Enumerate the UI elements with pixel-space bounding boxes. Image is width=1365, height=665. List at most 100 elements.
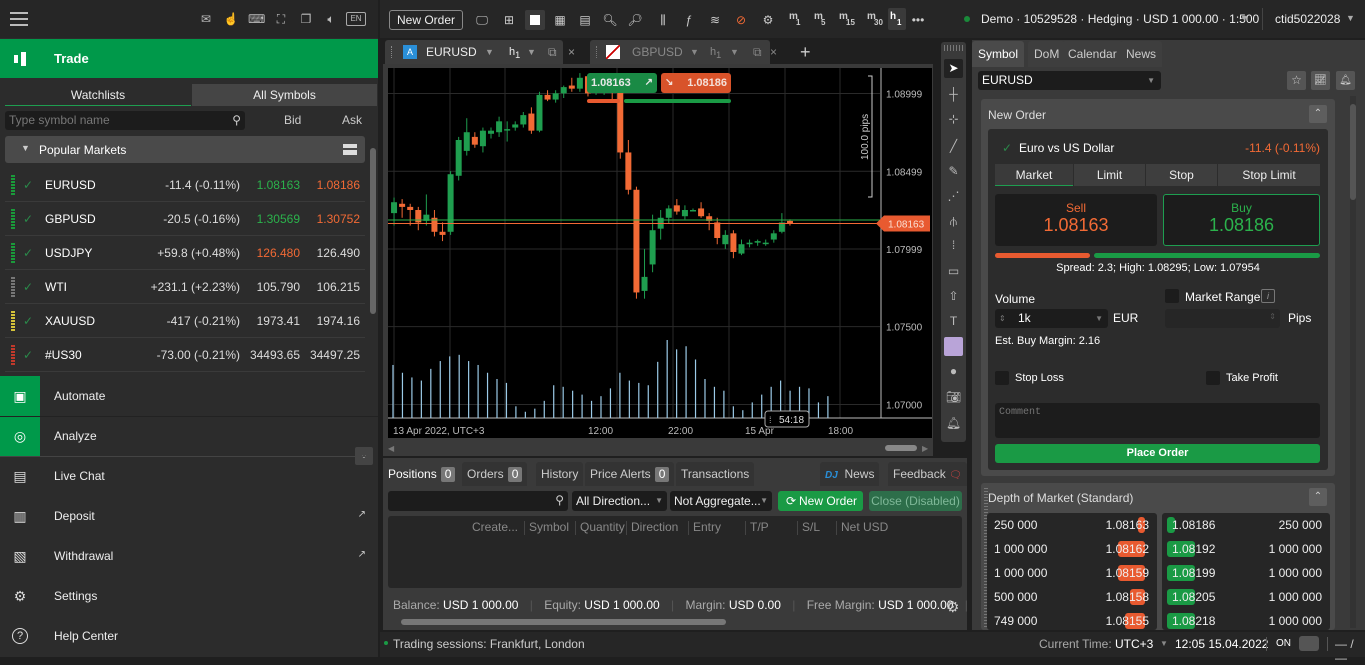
watchlist-row[interactable]: ✓ WTI +231.1 (+2.23%) 105.790 106.215 bbox=[5, 270, 365, 304]
place-order-button[interactable]: Place Order bbox=[995, 444, 1320, 463]
column-header[interactable]: Quantity bbox=[580, 520, 625, 534]
crosshair-icon[interactable]: ┼ bbox=[944, 85, 963, 104]
bid-price[interactable]: 1973.41 bbox=[257, 314, 300, 328]
bell-icon[interactable]: 🔔︎ bbox=[944, 414, 963, 433]
bid-price[interactable]: 1.08163 bbox=[257, 178, 300, 192]
tab-dom[interactable]: DoM bbox=[1028, 41, 1066, 67]
watchlist-row[interactable]: ✓ XAUUSD -417 (-0.21%) 1973.41 1974.16 bbox=[5, 304, 365, 338]
timezone-dropdown-icon[interactable]: ▼ bbox=[1160, 639, 1168, 648]
detach-icon[interactable]: ⧉ bbox=[548, 40, 557, 64]
column-header[interactable]: S/L bbox=[802, 520, 820, 534]
stepper-icon[interactable]: ⇕ bbox=[999, 309, 1006, 328]
nav-deposit[interactable]: ▥ Deposit ↗ bbox=[0, 496, 378, 536]
mail-icon[interactable]: ✉ bbox=[198, 11, 214, 27]
text-tool-icon[interactable]: T bbox=[944, 312, 963, 331]
volume-input[interactable]: ⇕ 1k ▼ bbox=[995, 309, 1108, 328]
hide-trading-icon[interactable]: ⊘ bbox=[732, 10, 750, 30]
timeframe-m30[interactable]: m 30 bbox=[865, 8, 885, 30]
search-icon[interactable]: ⚲ bbox=[232, 111, 241, 130]
add-chart-tab-icon[interactable]: + bbox=[800, 40, 811, 64]
bid-price[interactable]: 126.480 bbox=[257, 246, 300, 260]
arrow-up-icon[interactable]: ⇧ bbox=[944, 287, 963, 306]
nav-help-center[interactable]: ? Help Center bbox=[0, 616, 378, 656]
nav-settings[interactable]: ⚙ Settings bbox=[0, 576, 378, 616]
bid-price[interactable]: 105.790 bbox=[257, 280, 300, 294]
timeframe-m15[interactable]: m 15 bbox=[837, 8, 857, 30]
touch-settings-icon[interactable]: ☝ bbox=[223, 11, 239, 27]
comment-input[interactable] bbox=[995, 403, 1320, 438]
symbol-select[interactable]: EURUSD ▼ bbox=[978, 71, 1161, 90]
nav-withdrawal[interactable]: ▧ Withdrawal ↗ bbox=[0, 536, 378, 576]
cursor-icon[interactable]: ➤ bbox=[944, 59, 963, 78]
dom-ask-row[interactable]: 1.08199 1 000 000 bbox=[1162, 561, 1322, 585]
timeframe-m5[interactable]: m5 bbox=[812, 8, 832, 30]
chart-tab-gbpusd[interactable]: GBPUSD ▼ h1 ▼ ⧉ × bbox=[590, 40, 777, 64]
collapse-triangle-icon[interactable]: ▼ bbox=[21, 143, 30, 153]
watchlist-group-header[interactable]: ▼ Popular Markets bbox=[5, 136, 365, 163]
indicators-icon[interactable]: ƒ bbox=[680, 10, 698, 30]
chart-mode-icon[interactable]: 🖵︎ bbox=[473, 10, 491, 30]
order-type-stop-limit[interactable]: Stop Limit bbox=[1218, 164, 1320, 186]
symbol-dropdown-icon[interactable]: ▼ bbox=[690, 40, 699, 64]
direction-filter[interactable]: All Direction... ▼ bbox=[572, 491, 667, 511]
sound-icon[interactable]: 🔈︎ bbox=[323, 11, 339, 27]
stop-loss-checkbox[interactable] bbox=[995, 371, 1009, 385]
aggregate-filter[interactable]: Not Aggregate... ▼ bbox=[670, 491, 772, 511]
chart-horizontal-scrollbar[interactable]: ◀ ▶ bbox=[388, 444, 932, 453]
ask-price[interactable]: 126.490 bbox=[317, 246, 360, 260]
trendline-icon[interactable]: ╱ bbox=[944, 137, 963, 156]
watchlist-row[interactable]: ✓ USDJPY +59.8 (+0.48%) 126.480 126.490 bbox=[5, 236, 365, 270]
more-icon[interactable]: ••• bbox=[908, 10, 928, 30]
chart-settings-icon[interactable]: ⚙ bbox=[759, 10, 777, 30]
order-type-stop[interactable]: Stop bbox=[1146, 164, 1217, 186]
tab-all-symbols[interactable]: All Symbols bbox=[192, 84, 377, 106]
feedback-tab[interactable]: Feedback 🗨︎ bbox=[888, 462, 967, 486]
grid-layout-icon[interactable]: ▦ bbox=[551, 10, 569, 30]
ask-price[interactable]: 106.215 bbox=[317, 280, 360, 294]
dom-bid-row[interactable]: 1 000 000 1.08159 bbox=[987, 561, 1151, 585]
order-type-market[interactable]: Market bbox=[995, 164, 1073, 186]
language-button[interactable]: EN bbox=[346, 12, 366, 26]
summary-settings-icon[interactable]: ⚙ bbox=[946, 598, 959, 616]
zoom-in-icon[interactable]: 🔎︎ bbox=[626, 10, 644, 30]
watchlist-scrollbar[interactable] bbox=[370, 140, 376, 368]
volume-dropdown-icon[interactable]: ▼ bbox=[1095, 309, 1103, 328]
column-header[interactable]: Net USD bbox=[841, 520, 888, 534]
timeframe-dropdown-icon[interactable]: ▼ bbox=[527, 40, 536, 64]
search-icon[interactable]: ⚲ bbox=[555, 493, 564, 507]
nav-analyze[interactable]: ◎ Analyze bbox=[0, 416, 378, 456]
alert-bell-icon[interactable]: 🔔︎ bbox=[1336, 71, 1355, 90]
tab-positions[interactable]: Positions 0 bbox=[383, 462, 461, 486]
tab-watchlists[interactable]: Watchlists bbox=[5, 84, 191, 106]
symbol-search-input[interactable]: Type symbol name ⚲ bbox=[5, 111, 245, 130]
timeframe-h1[interactable]: h1 bbox=[888, 8, 906, 30]
ask-price[interactable]: 34497.25 bbox=[310, 348, 360, 362]
open-chart-icon[interactable]: 📈︎ bbox=[1311, 71, 1330, 90]
close-tab-icon[interactable]: × bbox=[568, 40, 575, 64]
tab-orders[interactable]: Orders 0 bbox=[462, 462, 528, 486]
account-selector[interactable]: Demo · 10529528 · Hedging · USD 1 000.00… bbox=[981, 12, 1259, 26]
fibonacci-icon[interactable]: ⁞ bbox=[944, 236, 963, 255]
line-width-icon[interactable]: ● bbox=[944, 362, 963, 381]
favorite-star-icon[interactable]: ☆ bbox=[1287, 71, 1306, 90]
tab-transactions[interactable]: Transactions bbox=[676, 462, 755, 486]
collapse-new-order-icon[interactable]: ⌃ bbox=[1309, 105, 1327, 123]
camera-icon[interactable]: 📷︎ bbox=[944, 388, 963, 407]
chart-type-icon[interactable]: ⫼ bbox=[654, 10, 672, 30]
drag-handle[interactable] bbox=[944, 45, 963, 51]
user-menu[interactable]: ctid5022028 bbox=[1275, 12, 1340, 26]
pitchfork-icon[interactable]: ⫛ bbox=[944, 212, 963, 231]
toggle-switch[interactable] bbox=[1299, 636, 1319, 651]
tab-calendar[interactable]: Calendar bbox=[1062, 41, 1123, 67]
dom-ask-row[interactable]: 1.08186 250 000 bbox=[1162, 513, 1322, 537]
timeframe-dropdown-icon[interactable]: ▼ bbox=[730, 40, 739, 64]
positions-new-order-button[interactable]: ⟳ New Order bbox=[778, 491, 863, 511]
layers-icon[interactable]: ≋ bbox=[706, 10, 724, 30]
info-icon[interactable]: i bbox=[1261, 289, 1275, 303]
dom-bid-row[interactable]: 749 000 1.08155 bbox=[987, 609, 1151, 633]
timezone-selector[interactable]: UTC+3 bbox=[1115, 637, 1153, 651]
account-dropdown-icon[interactable]: ▼ bbox=[1240, 13, 1249, 23]
tab-news[interactable]: News bbox=[1120, 41, 1163, 67]
user-dropdown-icon[interactable]: ▼ bbox=[1346, 13, 1355, 23]
price-chart[interactable]: 1.08999 1.08499 1.07999 1.07500 1.07000 1.081… bbox=[388, 68, 932, 438]
